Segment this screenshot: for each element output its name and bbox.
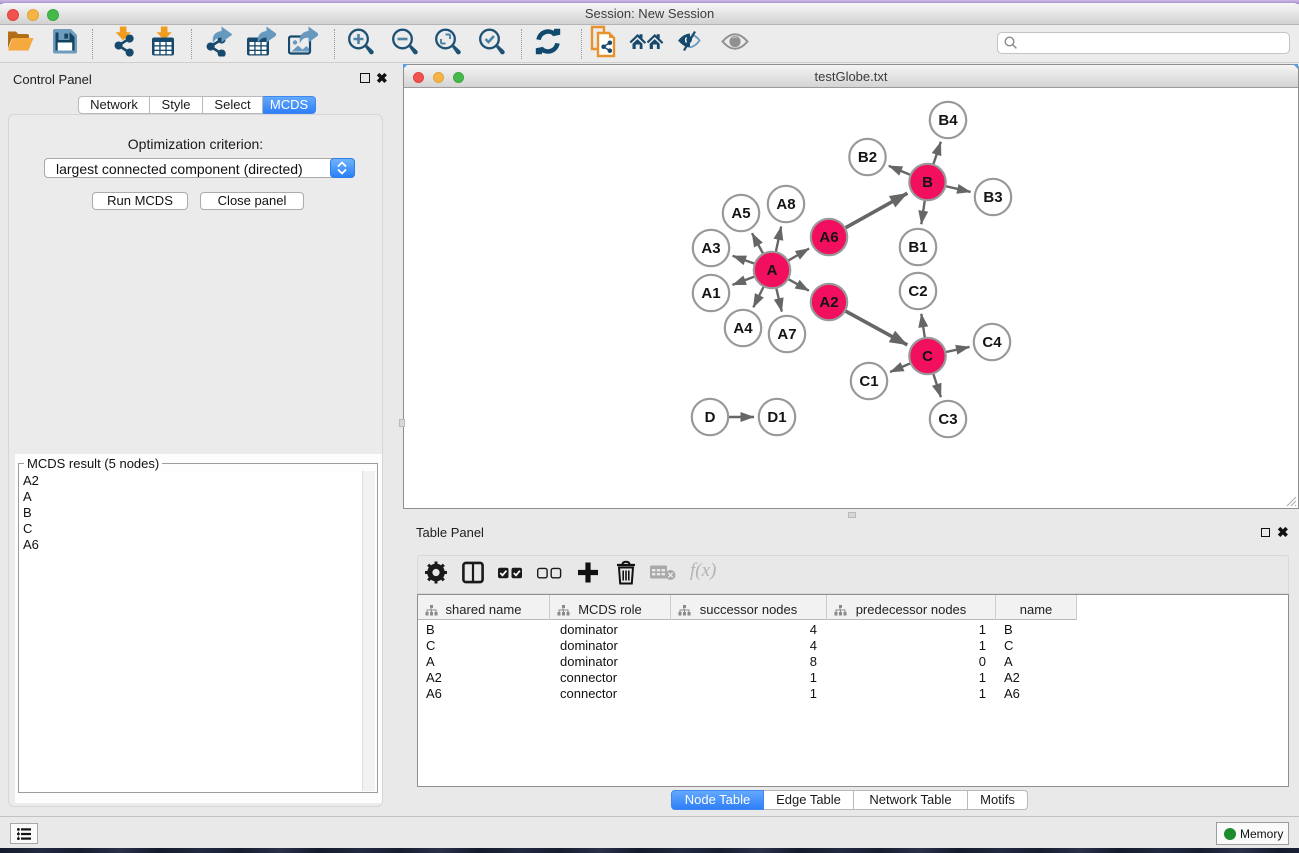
svg-text:A5: A5 bbox=[731, 205, 750, 222]
svg-text:A2: A2 bbox=[819, 294, 838, 311]
svg-text:A: A bbox=[767, 262, 778, 279]
svg-text:C4: C4 bbox=[982, 334, 1002, 351]
svg-text:C2: C2 bbox=[908, 283, 927, 300]
svg-text:A7: A7 bbox=[777, 326, 796, 343]
svg-text:D1: D1 bbox=[767, 409, 786, 426]
svg-text:B: B bbox=[922, 174, 933, 191]
svg-text:C3: C3 bbox=[938, 411, 957, 428]
svg-text:C1: C1 bbox=[859, 373, 878, 390]
svg-text:B2: B2 bbox=[858, 149, 877, 166]
svg-text:A4: A4 bbox=[733, 320, 753, 337]
svg-text:D: D bbox=[705, 409, 716, 426]
svg-text:B3: B3 bbox=[983, 189, 1002, 206]
svg-text:A6: A6 bbox=[819, 229, 838, 246]
svg-text:B4: B4 bbox=[938, 112, 958, 129]
svg-text:A1: A1 bbox=[701, 285, 720, 302]
svg-text:B1: B1 bbox=[908, 239, 927, 256]
svg-text:A3: A3 bbox=[701, 240, 720, 257]
svg-text:C: C bbox=[922, 348, 933, 365]
svg-text:A8: A8 bbox=[776, 196, 795, 213]
